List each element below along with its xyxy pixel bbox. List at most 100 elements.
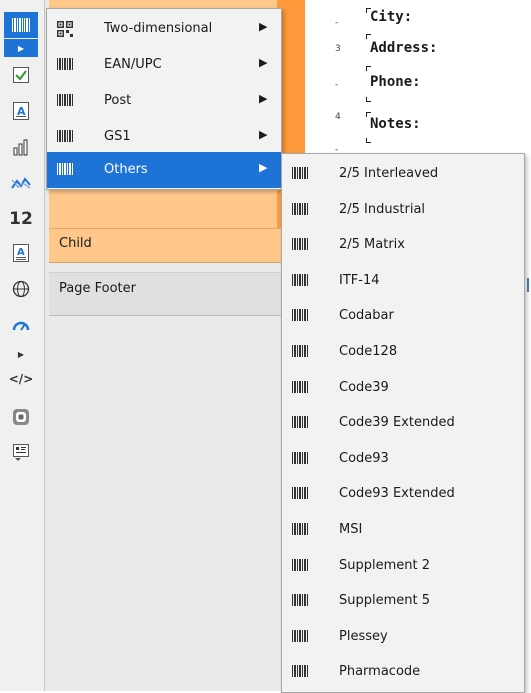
barcode-icon [291,593,309,609]
svg-text:A: A [17,247,25,258]
barcode-icon [291,558,309,574]
barcode-icon [57,58,73,70]
page-edge-marker [527,278,529,292]
barcode-icon [291,664,309,680]
barcode-icon [291,308,309,324]
barcode-icon [291,273,309,289]
bar-chart-icon[interactable] [8,134,34,160]
address-field[interactable]: Address: [370,40,437,56]
barcode-icon [57,130,73,142]
ruler-label: 3 [335,44,341,54]
check-icon[interactable] [8,62,34,88]
menu-item-post[interactable]: Post ▶ [47,83,281,119]
menu-item-label: Others [104,162,148,177]
qr-code-icon [57,21,73,37]
barcode-icon [291,166,309,182]
menu-item-label: EAN/UPC [104,57,162,72]
submenu-item[interactable]: Code39 Extended [282,405,524,441]
barcode-icon[interactable] [4,12,38,38]
rich-text-icon[interactable]: A [8,240,34,266]
notes-field[interactable]: Notes: [370,116,421,132]
submenu-item[interactable]: Code93 Extended [282,476,524,512]
field-corner [366,138,371,143]
submenu-item[interactable]: Supplement 2 [282,548,524,584]
submenu-arrow-icon: ▶ [259,56,268,69]
submenu-item-label: 2/5 Interleaved [339,166,439,181]
qr-code-icon[interactable] [8,440,34,466]
submenu-item-label: Pharmacode [339,664,421,680]
page-footer-label: Page Footer [59,281,136,296]
vertical-ruler: - 3 - 4 - [330,0,349,160]
submenu-arrow-icon: ▶ [259,20,268,33]
submenu-item[interactable]: 2/5 Industrial [282,192,524,228]
component-toolbar: ▶ A 12 A ▶ </> [0,0,45,691]
page-footer-band[interactable]: Page Footer [49,272,290,316]
submenu-item[interactable]: Pharmacode [282,654,524,690]
gauge-icon[interactable] [8,312,34,338]
shape-icon[interactable] [8,404,34,430]
barcode-icon [291,415,309,431]
sparkline-icon[interactable] [8,170,34,196]
menu-item-label: GS1 [104,129,131,144]
submenu-item[interactable]: ITF-14 [282,263,524,299]
barcode-icon [291,202,309,218]
field-corner [366,66,371,71]
globe-icon[interactable] [8,276,34,302]
submenu-item[interactable]: Supplement 5 [282,583,524,619]
submenu-item[interactable]: 2/5 Matrix [282,227,524,263]
child-band[interactable]: Child [49,229,290,263]
submenu-item[interactable]: Plessey [282,619,524,655]
field-corner [366,34,371,39]
submenu-item[interactable]: Codabar [282,298,524,334]
city-field[interactable]: City: [370,9,412,25]
submenu-arrow-icon: ▶ [259,161,268,174]
barcode-icon [291,522,309,538]
ruler-tick: - [335,18,339,28]
submenu-item-label: 2/5 Matrix [339,237,405,253]
submenu-item-label: Code39 [339,379,389,395]
barcode-icon [291,486,309,502]
submenu-item[interactable]: 2/5 Interleaved [282,156,524,192]
menu-item-label: Two-dimensional [104,21,213,36]
submenu-item-label: MSI [339,522,363,537]
submenu-arrow-icon: ▶ [259,128,268,141]
submenu-item[interactable]: Code93 [282,441,524,477]
text-icon[interactable]: A [8,98,34,124]
submenu-item[interactable]: Code39 [282,370,524,406]
number-icon[interactable]: 12 [8,206,34,232]
barcode-icon [57,163,73,175]
others-barcode-submenu: 2/5 Interleaved 2/5 Industrial 2/5 Matrix I… [281,153,525,693]
submenu-item-label: Code39 Extended [339,415,455,431]
barcode-icon [291,237,309,253]
submenu-item[interactable]: Code128 [282,334,524,370]
child-band-label: Child [59,236,92,251]
submenu-item-label: Code93 Extended [339,486,455,502]
ruler-label: 4 [335,112,341,122]
submenu-item-label: 2/5 Industrial [339,201,426,217]
expand-arrow-icon[interactable]: ▶ [4,345,38,363]
barcode-icon [291,451,309,467]
phone-field[interactable]: Phone: [370,74,421,90]
submenu-item-label: ITF-14 [339,272,380,288]
menu-item-two-dimensional[interactable]: Two-dimensional ▶ [47,11,281,47]
barcode-icon [291,344,309,360]
menu-item-ean-upc[interactable]: EAN/UPC ▶ [47,47,281,83]
submenu-item-label: Code128 [339,344,398,359]
barcode-icon [291,380,309,396]
menu-item-others[interactable]: Others ▶ [47,152,281,188]
submenu-item-label: Supplement 2 [339,557,431,573]
report-page: City: Address: Phone: Notes: [348,0,531,160]
submenu-item-label: Supplement 5 [339,593,431,609]
expand-arrow-icon[interactable]: ▶ [4,39,38,57]
submenu-item-label: Plessey [339,628,388,644]
field-corner [366,97,371,102]
submenu-item[interactable]: MSI [282,512,524,548]
submenu-arrow-icon: ▶ [259,92,268,105]
html-icon[interactable]: </> [8,366,34,392]
barcode-icon [291,629,309,645]
barcode-icon [57,94,73,106]
menu-item-gs1[interactable]: GS1 ▶ [47,119,281,155]
submenu-item-label: Code93 [339,450,389,466]
ruler-tick: - [335,80,339,90]
barcode-category-menu: Two-dimensional ▶ EAN/UPC ▶ Post ▶ GS1 ▶… [46,8,282,190]
